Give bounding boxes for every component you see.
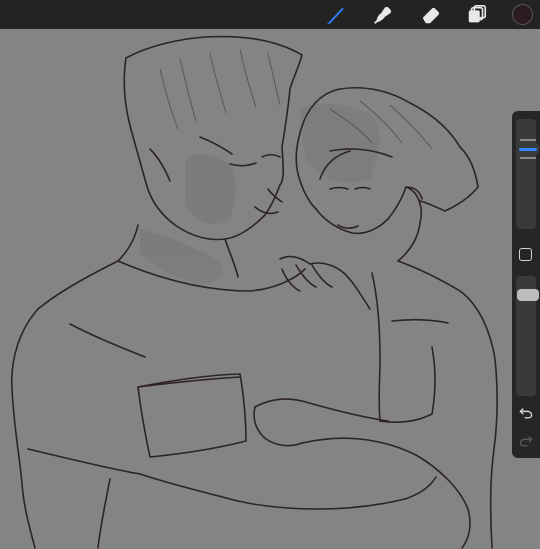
color-picker-button[interactable]: [512, 4, 533, 25]
eraser-icon: [422, 7, 440, 24]
sketch-artwork: [10, 35, 498, 549]
undo-icon: [519, 408, 533, 419]
top-toolbar: [0, 0, 540, 29]
brush-icon: [326, 7, 344, 25]
redo-icon: [519, 436, 533, 447]
opacity-thumb[interactable]: [517, 289, 539, 301]
eraser-tool-button[interactable]: [419, 3, 443, 27]
smudge-icon: [374, 6, 392, 24]
brush-tool-button[interactable]: [324, 3, 348, 27]
brush-size-indicator: [519, 148, 537, 151]
modify-square-button[interactable]: [519, 248, 532, 261]
brush-size-slider[interactable]: [516, 119, 539, 229]
brush-size-thumb[interactable]: [517, 139, 539, 159]
layers-tool-button[interactable]: [465, 3, 489, 27]
layers-icon: [468, 5, 487, 23]
opacity-slider[interactable]: [516, 276, 539, 396]
drawing-canvas[interactable]: [0, 29, 540, 549]
smudge-tool-button[interactable]: [371, 3, 395, 27]
brush-sidebar: [512, 111, 540, 458]
undo-button[interactable]: [516, 403, 536, 423]
redo-button[interactable]: [516, 431, 536, 451]
